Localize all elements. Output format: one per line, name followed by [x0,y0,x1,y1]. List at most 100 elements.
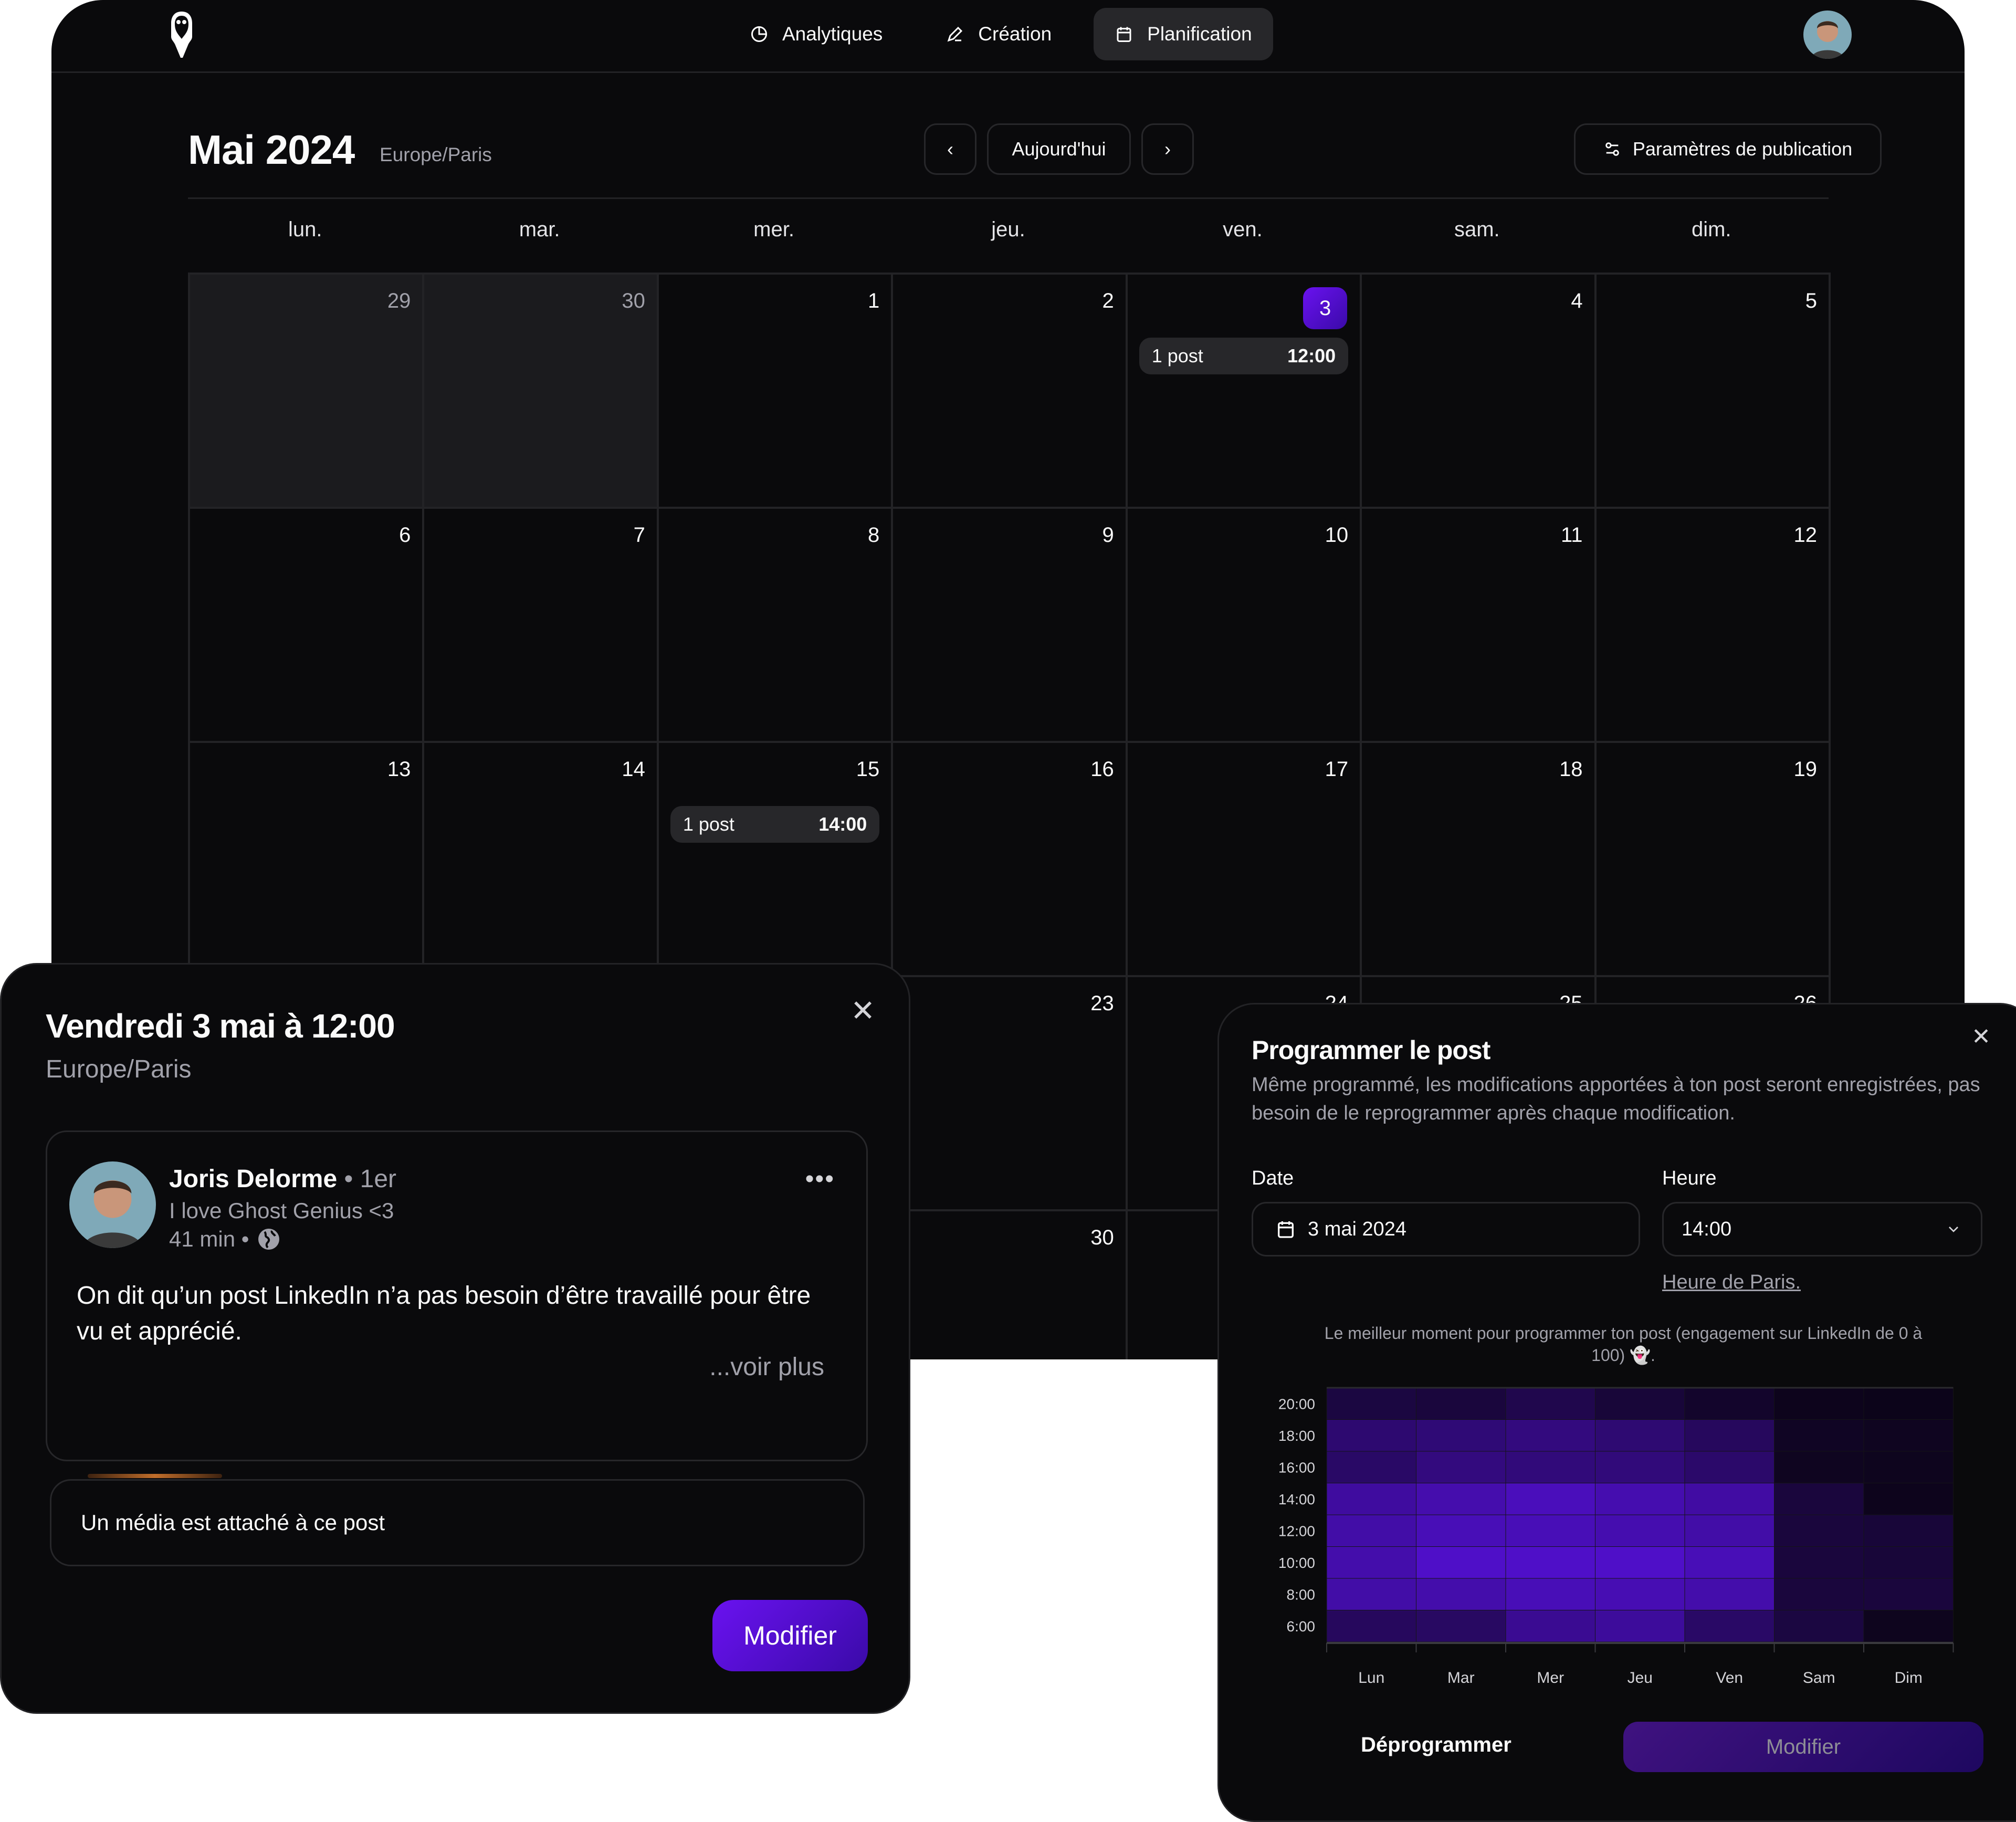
calendar-day-cell[interactable]: 13 [190,743,425,977]
day-number: 30 [622,289,645,312]
calendar-day-cell[interactable]: 2 [893,275,1128,509]
calendar-day-cell[interactable]: 29 [190,275,425,509]
calendar-day-cell[interactable]: 7 [424,509,659,743]
calendar-day-cell[interactable]: 23 [893,977,1128,1211]
post-age: 41 min • [169,1227,281,1252]
heatmap-cell [1863,1483,1954,1515]
calendar-day-cell[interactable]: 19 [1596,743,1831,977]
calendar-day-cell[interactable]: 17 [1127,743,1362,977]
calendar-day-cell[interactable]: 15 1 post 14:00 [658,743,894,977]
today-button[interactable]: Aujourd'hui [987,123,1131,175]
calendar-day-cell[interactable]: 12 [1596,509,1831,743]
heatmap-cell [1416,1483,1506,1515]
see-more-link[interactable]: ...voir plus [709,1353,824,1381]
connection-degree: • 1er [337,1165,396,1193]
post-count: 1 post [1151,345,1203,367]
x-tick-label: Mar [1447,1669,1475,1687]
heatmap-cell [1416,1387,1506,1420]
weekday-label: ven. [1223,218,1263,241]
y-tick-label: 12:00 [1278,1523,1315,1539]
publication-settings-button[interactable]: Paramètres de publication [1574,123,1882,175]
heatmap-cell [1416,1546,1506,1579]
post-count: 1 post [682,813,734,835]
user-avatar[interactable] [1803,11,1852,59]
y-tick-label: 20:00 [1278,1396,1315,1412]
post-time: 12:00 [1287,345,1336,367]
post-timezone: Europe/Paris [46,1055,192,1083]
heatmap-cell [1595,1419,1685,1452]
heatmap-cell [1863,1387,1954,1420]
calendar-day-cell[interactable]: 3 1 post 12:00 [1127,275,1362,509]
calendar-day-cell[interactable]: 5 [1596,275,1831,509]
weekday-label: dim. [1691,218,1731,241]
calendar-day-cell[interactable]: 4 [1362,275,1597,509]
heatmap-cell [1595,1610,1685,1642]
ghost-logo-icon[interactable] [168,11,195,59]
heatmap-cell [1505,1419,1595,1452]
edit-post-button[interactable]: Modifier [712,1600,868,1671]
heatmap-cell [1774,1483,1864,1515]
day-number: 9 [1102,523,1114,547]
scheduled-post-pill[interactable]: 1 post 14:00 [670,806,880,843]
calendar-day-cell[interactable]: 11 [1362,509,1597,743]
heatmap-cell [1326,1451,1416,1483]
nav-planification[interactable]: Planification [1094,8,1273,60]
heatmap-cell [1416,1419,1506,1452]
author-name: Joris Delorme • 1er [169,1165,396,1193]
heatmap-cell [1774,1419,1864,1452]
nav-analytiques[interactable]: Analytiques [729,8,904,60]
calendar-day-cell[interactable]: 9 [893,509,1128,743]
author-name-text: Joris Delorme [169,1165,338,1193]
day-number: 10 [1325,523,1349,547]
pencil-icon [947,26,963,42]
day-number: 19 [1793,758,1817,781]
day-number: 18 [1559,758,1583,781]
calendar-day-cell[interactable]: 30 [893,1211,1128,1359]
calendar-day-cell[interactable]: 16 [893,743,1128,977]
heatmap-cell [1416,1514,1506,1547]
globe-icon [258,1229,280,1250]
heatmap-cell [1863,1578,1954,1610]
schedule-post-popup: Programmer le post ✕ Même programmé, les… [1217,1003,2016,1822]
heatmap-cell [1326,1419,1416,1452]
y-tick-label: 14:00 [1278,1491,1315,1507]
nav-creation[interactable]: Création [925,8,1073,60]
heatmap-cell [1505,1514,1595,1547]
calendar-day-cell[interactable]: 8 [658,509,894,743]
calendar-day-cell[interactable]: 6 [190,509,425,743]
y-tick-label: 6:00 [1287,1618,1316,1635]
day-number: 8 [868,523,880,547]
day-number: 14 [622,758,645,781]
weekday-label: lun. [288,218,322,241]
post-age-text: 41 min • [169,1227,249,1251]
more-options-icon[interactable]: ••• [805,1165,835,1193]
today-day-number: 3 [1303,287,1348,329]
y-tick-label: 10:00 [1278,1555,1315,1571]
heatmap-cell [1863,1451,1954,1483]
calendar-day-cell[interactable]: 14 [424,743,659,977]
calendar-day-cell[interactable]: 18 [1362,743,1597,977]
day-number: 16 [1090,758,1114,781]
chevron-right-icon: › [1164,138,1171,160]
heatmap-cell [1684,1546,1774,1579]
calendar-day-cell[interactable]: 1 [658,275,894,509]
main-nav: Analytiques Création Planification [729,8,1273,60]
close-icon[interactable]: ✕ [850,996,875,1025]
unschedule-button[interactable]: Déprogrammer [1361,1733,1511,1757]
calendar-timezone: Europe/Paris [380,144,492,165]
heatmap-cell [1326,1610,1416,1642]
calendar-header: Mai 2024 Europe/Paris ‹ Aujourd'hui › Pa… [188,121,1882,199]
scheduled-post-pill[interactable]: 1 post 12:00 [1139,338,1349,374]
post-text: On dit qu’un post LinkedIn n’a pas besoi… [77,1282,811,1345]
heatmap-cell [1774,1514,1864,1547]
weekday-label: mer. [753,218,794,241]
calendar-day-cell[interactable]: 10 [1127,509,1362,743]
calendar-day-cell[interactable]: 30 [424,275,659,509]
day-number: 30 [1090,1226,1114,1249]
prev-month-button[interactable]: ‹ [924,123,976,175]
heatmap-cell [1595,1483,1685,1515]
next-month-button[interactable]: › [1141,123,1194,175]
month-title: Mai 2024 [188,127,355,173]
modify-schedule-button[interactable]: Modifier [1623,1722,1983,1772]
heatmap-cell [1774,1546,1864,1579]
